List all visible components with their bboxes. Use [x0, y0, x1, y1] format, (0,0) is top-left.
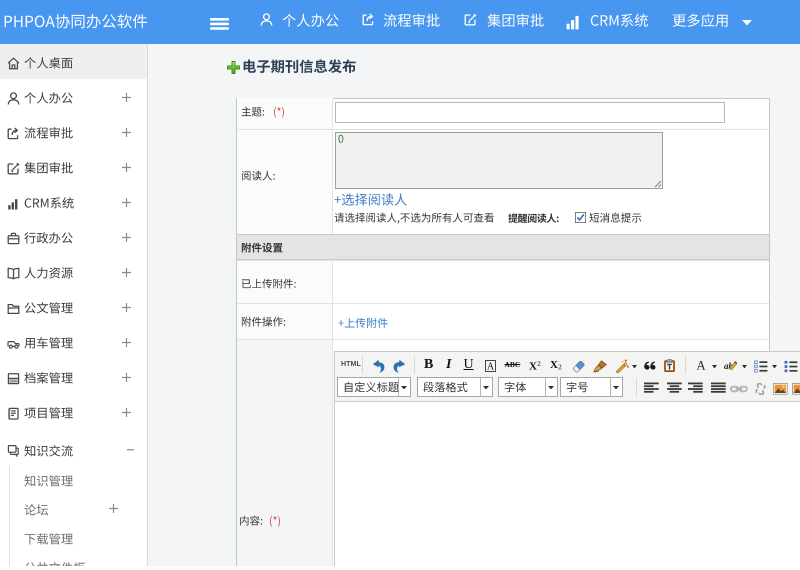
svg-text:A: A	[486, 361, 494, 371]
svg-text:A: A	[696, 359, 705, 371]
